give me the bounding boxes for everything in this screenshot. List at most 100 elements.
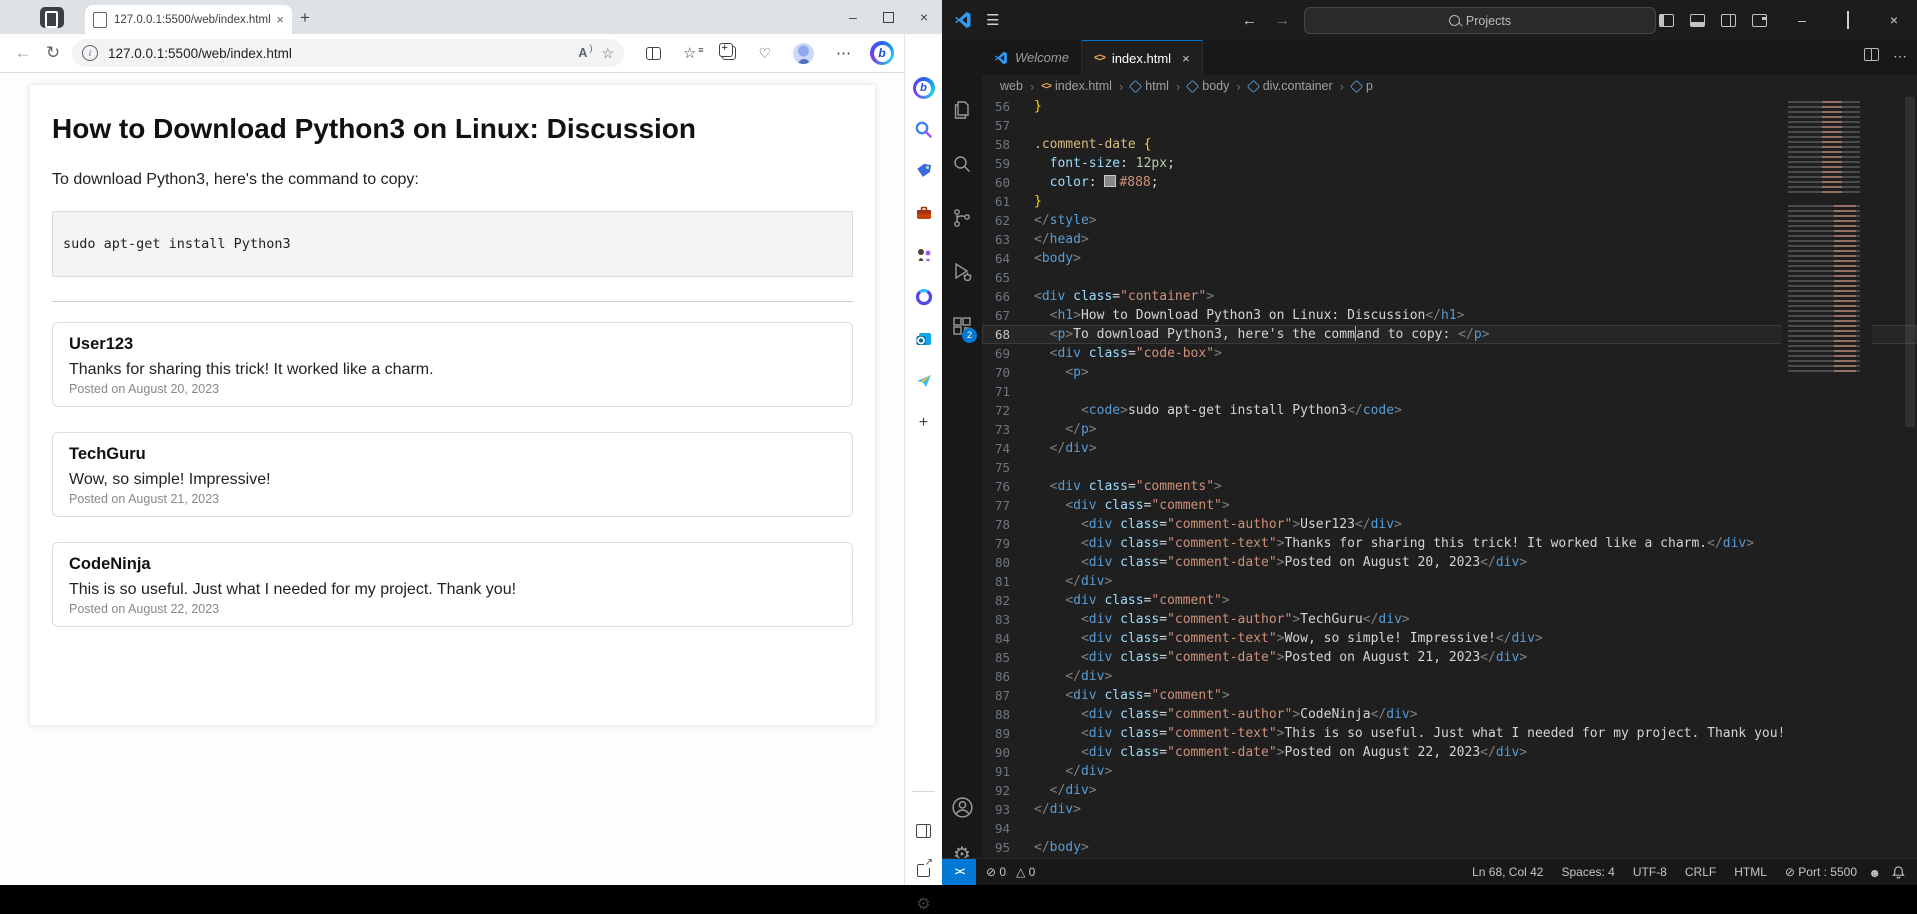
copilot-icon[interactable]: b xyxy=(870,41,894,65)
shopping-icon[interactable] xyxy=(905,162,942,180)
profile-avatar[interactable] xyxy=(793,43,814,64)
microsoft-365-icon[interactable] xyxy=(905,288,942,306)
code-line[interactable]: 63</head> xyxy=(982,230,1917,249)
search-icon[interactable] xyxy=(905,120,942,139)
nav-back-icon[interactable]: ← xyxy=(1242,12,1257,29)
live-server-port[interactable]: ⊘ Port : 5500 xyxy=(1785,865,1857,879)
command-center-search[interactable]: Projects xyxy=(1304,7,1656,34)
tab-actions-menu-icon[interactable] xyxy=(40,7,64,28)
code-line[interactable]: 59 font-size: 12px; xyxy=(982,154,1917,173)
breadcrumb-item[interactable]: p xyxy=(1351,79,1373,93)
code-line[interactable]: 72 <code>sudo apt-get install Python3</c… xyxy=(982,401,1917,420)
code-line[interactable]: 74 </div> xyxy=(982,439,1917,458)
copilot-sidebar-icon[interactable]: b xyxy=(905,77,942,99)
new-tab-button[interactable]: + xyxy=(300,8,310,28)
code-line[interactable]: 86 </div> xyxy=(982,667,1917,686)
favorite-star-icon[interactable]: ☆ xyxy=(601,45,614,62)
split-editor-icon[interactable] xyxy=(1864,48,1879,61)
code-line[interactable]: 57 xyxy=(982,116,1917,135)
close-button[interactable]: × xyxy=(920,9,928,25)
tools-icon[interactable] xyxy=(905,204,942,222)
minimize-button[interactable]: – xyxy=(1779,12,1825,28)
code-line[interactable]: 94 xyxy=(982,819,1917,838)
code-line[interactable]: 60 color: #888; xyxy=(982,173,1917,192)
editor-more-icon[interactable]: ⋯ xyxy=(1893,48,1907,65)
minimize-button[interactable]: – xyxy=(849,9,857,25)
minimap[interactable] xyxy=(1782,97,1872,859)
cursor-position[interactable]: Ln 68, Col 42 xyxy=(1472,865,1543,879)
toggle-secondary-sidebar-icon[interactable] xyxy=(1721,14,1736,27)
breadcrumb-item[interactable]: div.container xyxy=(1248,79,1333,93)
notifications-bell-icon[interactable] xyxy=(1892,865,1905,879)
eol-setting[interactable]: CRLF xyxy=(1685,865,1716,879)
source-control-icon[interactable] xyxy=(942,206,982,230)
code-line[interactable]: 70 <p> xyxy=(982,363,1917,382)
breadcrumb-item[interactable]: web xyxy=(1000,79,1023,93)
feedback-icon[interactable]: ☻ xyxy=(1868,866,1881,880)
breadcrumb-item[interactable]: body xyxy=(1187,79,1229,93)
editor-scrollbar[interactable] xyxy=(1903,97,1917,859)
code-line[interactable]: 75 xyxy=(982,458,1917,477)
code-line[interactable]: 66<div class="container"> xyxy=(982,287,1917,306)
collections-icon[interactable] xyxy=(722,46,736,60)
encoding[interactable]: UTF-8 xyxy=(1633,865,1667,879)
explorer-icon[interactable] xyxy=(942,98,982,122)
menu-icon[interactable]: ☰ xyxy=(986,11,999,29)
indent-setting[interactable]: Spaces: 4 xyxy=(1561,865,1614,879)
breadcrumb-item[interactable]: <>index.html xyxy=(1041,79,1112,93)
drop-icon[interactable] xyxy=(905,372,942,390)
tab-welcome[interactable]: Welcome xyxy=(982,40,1082,75)
close-button[interactable]: × xyxy=(1871,12,1917,28)
add-sidebar-item-icon[interactable]: + xyxy=(905,414,942,432)
code-line[interactable]: 56} xyxy=(982,97,1917,116)
sidebar-settings-icon[interactable]: ⚙ xyxy=(905,894,942,914)
breadcrumb-item[interactable]: html xyxy=(1130,79,1169,93)
outlook-icon[interactable] xyxy=(905,330,942,348)
games-icon[interactable] xyxy=(905,246,942,264)
read-aloud-icon[interactable]: A xyxy=(578,46,587,60)
maximize-button[interactable] xyxy=(883,12,894,23)
code-line[interactable]: 91 </div> xyxy=(982,762,1917,781)
code-editor[interactable]: 56}5758.comment-date {59 font-size: 12px… xyxy=(982,97,1917,859)
nav-forward-icon[interactable]: → xyxy=(1275,12,1290,29)
code-line[interactable]: 71 xyxy=(982,382,1917,401)
language-mode[interactable]: HTML xyxy=(1734,865,1767,879)
code-line[interactable]: 93</div> xyxy=(982,800,1917,819)
refresh-icon[interactable]: ↻ xyxy=(38,43,68,63)
code-line[interactable]: 76 <div class="comments"> xyxy=(982,477,1917,496)
back-icon[interactable]: ← xyxy=(8,43,38,63)
remote-indicator[interactable]: >< xyxy=(942,859,976,885)
code-line[interactable]: 88 <div class="comment-author">CodeNinja… xyxy=(982,705,1917,724)
extensions-icon[interactable]: 2 xyxy=(942,314,982,338)
maximize-button[interactable] xyxy=(1825,12,1871,28)
code-line[interactable]: 58.comment-date { xyxy=(982,135,1917,154)
code-line[interactable]: 78 <div class="comment-author">User123</… xyxy=(982,515,1917,534)
browser-essentials-icon[interactable]: ♡ xyxy=(758,45,771,62)
code-line[interactable]: 84 <div class="comment-text">Wow, so sim… xyxy=(982,629,1917,648)
code-line[interactable]: 95</body> xyxy=(982,838,1917,857)
favorites-icon[interactable]: ☆ xyxy=(683,44,696,62)
code-line[interactable]: 69 <div class="code-box"> xyxy=(982,344,1917,363)
split-screen-icon[interactable] xyxy=(646,47,661,60)
tab-close-icon[interactable]: × xyxy=(276,12,284,27)
search-icon[interactable] xyxy=(942,152,982,176)
accounts-icon[interactable] xyxy=(942,795,982,820)
code-line[interactable]: 67 <h1>How to Download Python3 on Linux:… xyxy=(982,306,1917,325)
url-text[interactable]: 127.0.0.1:5500/web/index.html xyxy=(108,46,564,61)
browser-tab[interactable]: 127.0.0.1:5500/web/index.html × xyxy=(85,5,292,34)
run-debug-icon[interactable] xyxy=(942,260,982,284)
code-line[interactable]: 64<body> xyxy=(982,249,1917,268)
code-line[interactable]: 87 <div class="comment"> xyxy=(982,686,1917,705)
code-line[interactable]: 89 <div class="comment-text">This is so … xyxy=(982,724,1917,743)
open-link-icon[interactable] xyxy=(905,864,942,877)
code-line[interactable]: 92 </div> xyxy=(982,781,1917,800)
code-line[interactable]: 90 <div class="comment-date">Posted on A… xyxy=(982,743,1917,762)
code-line[interactable]: 62</style> xyxy=(982,211,1917,230)
site-info-icon[interactable]: i xyxy=(82,45,98,61)
code-line[interactable]: 68 <p>To download Python3, here's the co… xyxy=(982,325,1917,344)
code-line[interactable]: 73 </p> xyxy=(982,420,1917,439)
code-line[interactable]: 61} xyxy=(982,192,1917,211)
problems-indicator[interactable]: ⊘ 0 △ 0 xyxy=(986,865,1035,879)
toggle-panel-icon[interactable] xyxy=(1690,14,1705,27)
code-line[interactable]: 82 <div class="comment"> xyxy=(982,591,1917,610)
